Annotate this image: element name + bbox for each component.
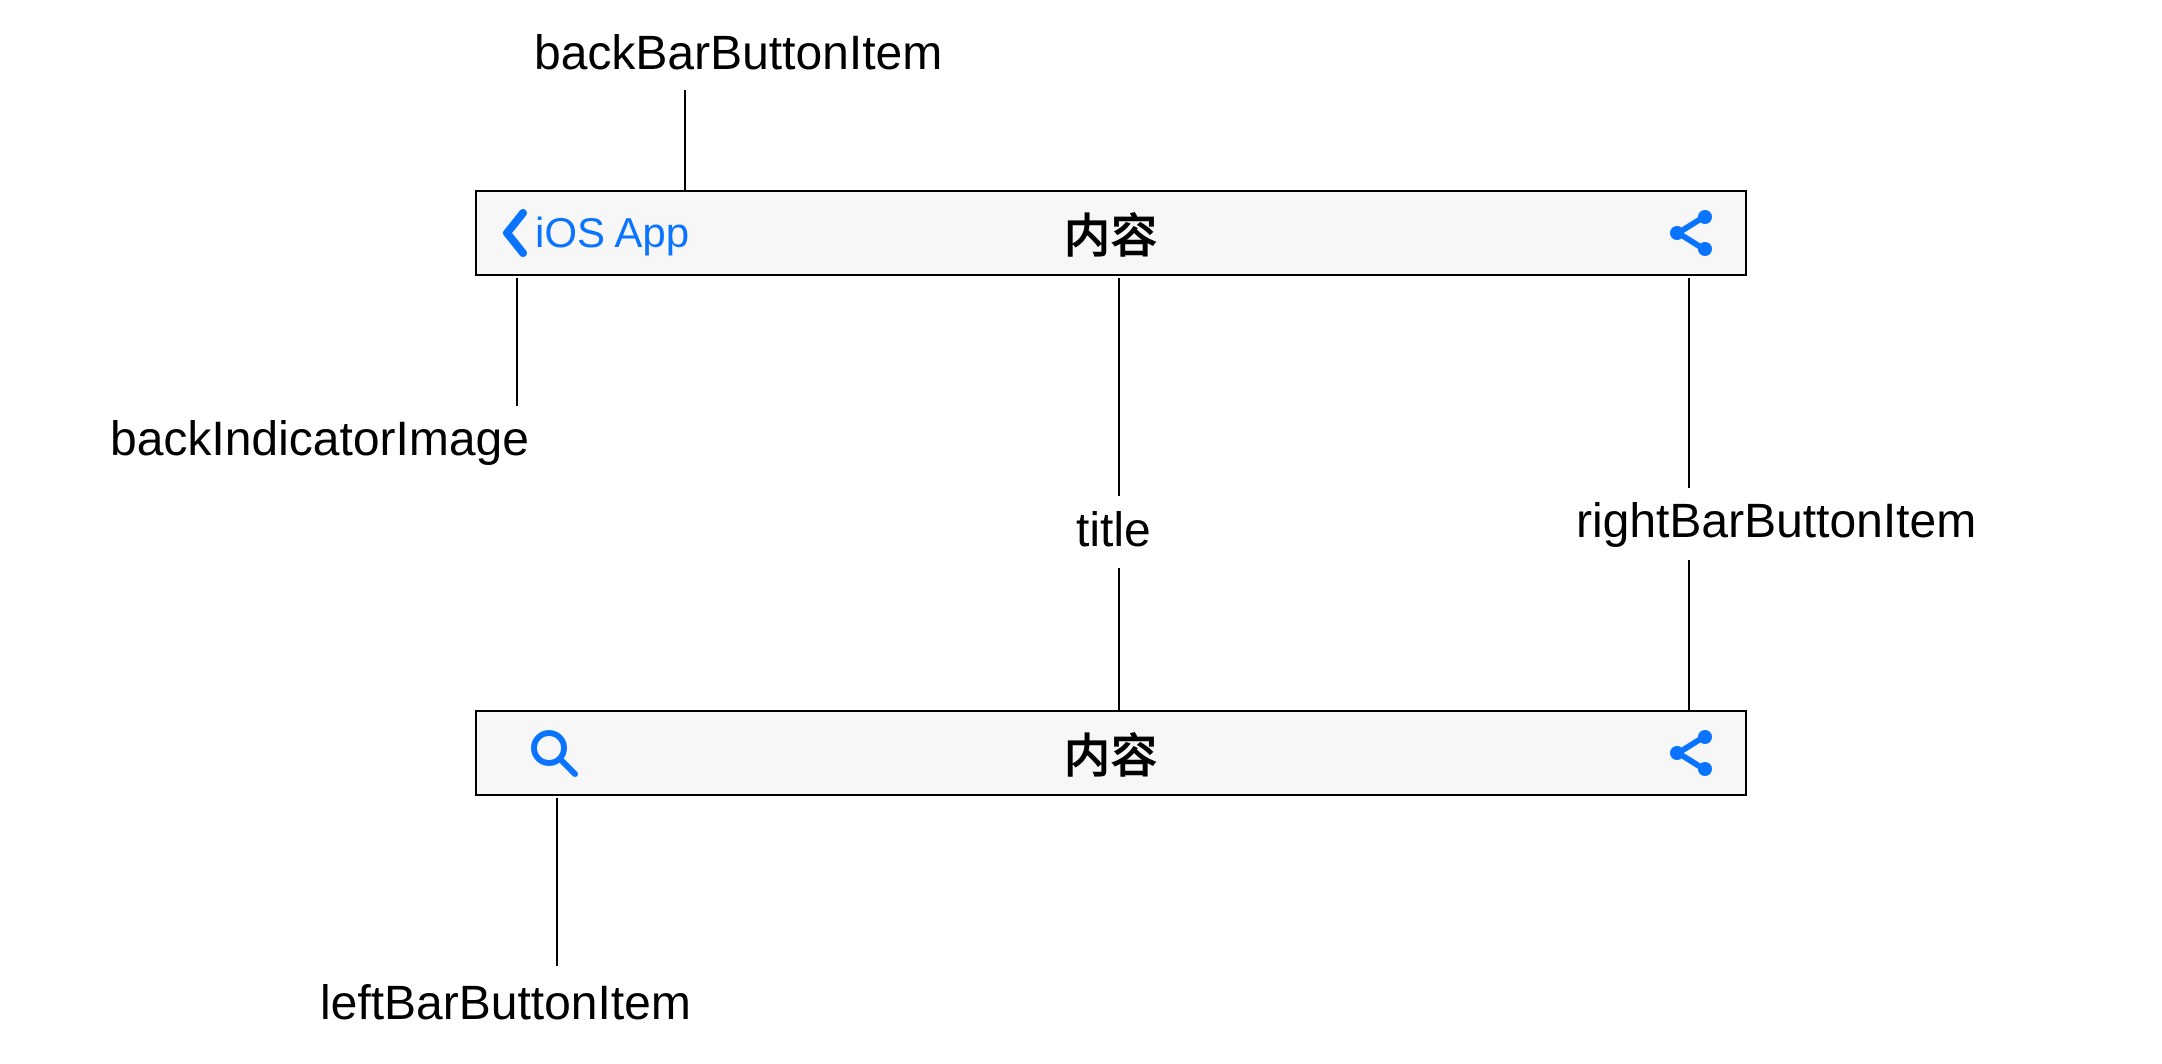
navbar-with-back: iOS App 内容: [475, 190, 1747, 276]
navbar-title: 内容: [1064, 720, 1158, 786]
connector-line: [1118, 568, 1120, 710]
share-icon[interactable]: [1665, 207, 1717, 259]
back-button-label[interactable]: iOS App: [535, 209, 689, 257]
share-icon[interactable]: [1665, 727, 1717, 779]
navbar-with-left-item: 内容: [475, 710, 1747, 796]
label-right-bar-button-item: rightBarButtonItem: [1576, 496, 1976, 549]
connector-line: [1688, 278, 1690, 488]
connector-line: [1688, 560, 1690, 710]
label-title: title: [1076, 505, 1151, 558]
connector-line: [516, 278, 518, 406]
connector-line: [1118, 278, 1120, 496]
label-left-bar-button-item: leftBarButtonItem: [320, 978, 691, 1031]
label-back-bar-button-item: backBarButtonItem: [534, 28, 942, 81]
connector-line: [684, 90, 686, 190]
label-back-indicator-image: backIndicatorImage: [110, 414, 529, 467]
navbar-title: 内容: [1064, 200, 1158, 266]
chevron-left-icon[interactable]: [501, 209, 529, 257]
search-icon[interactable]: [527, 726, 581, 780]
connector-line: [556, 798, 558, 966]
